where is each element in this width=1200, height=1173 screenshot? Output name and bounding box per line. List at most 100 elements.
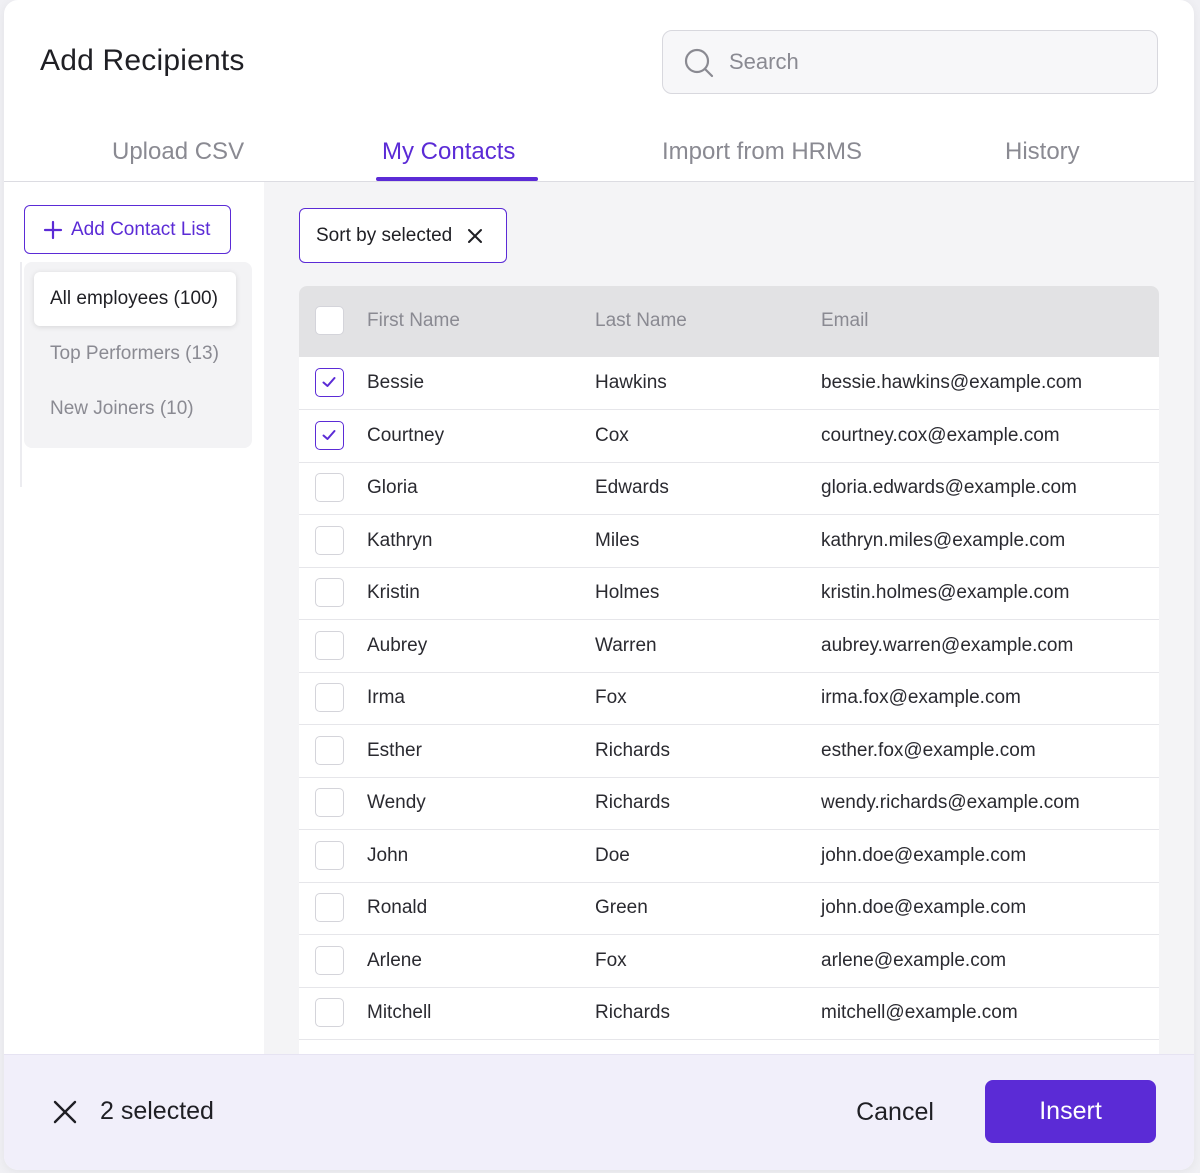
table-row[interactable]: Irma Fox irma.fox@example.com — [299, 672, 1159, 725]
tab-import-from-hrms[interactable]: Import from HRMS — [662, 138, 862, 166]
row-checkbox[interactable] — [315, 998, 344, 1027]
select-all-checkbox[interactable] — [315, 306, 344, 335]
row-checkbox[interactable] — [315, 893, 344, 922]
selected-count: 2 selected — [100, 1097, 214, 1125]
table-row[interactable]: John Doe john.doe@example.com — [299, 830, 1159, 883]
add-contact-list-button[interactable]: Add Contact List — [24, 205, 231, 254]
cell-first-name: Aubrey — [367, 634, 428, 656]
cell-last-name: Hawkins — [595, 372, 667, 393]
cell-email: john.doe@example.com — [821, 844, 1027, 866]
cell-email: esther.fox@example.com — [821, 739, 1036, 761]
cell-last-name: Fox — [595, 949, 627, 971]
table-row[interactable]: Esther Richards esther.fox@example.com — [299, 725, 1159, 778]
search-input[interactable] — [729, 41, 1129, 83]
table-row[interactable]: Bessie Hawkins bessie.hawkins@example.com — [299, 357, 1159, 410]
tab-history[interactable]: History — [1005, 138, 1080, 166]
table-row[interactable]: Courtney Cox courtney.cox@example.com — [299, 410, 1159, 463]
add-recipients-dialog: Add Recipients Upload CSV My Contacts Im… — [4, 0, 1194, 1170]
cell-first-name: Esther — [367, 739, 422, 761]
cell-last-name: Holmes — [595, 582, 660, 603]
cell-first-name: Arlene — [367, 949, 422, 971]
cell-email: bessie.hawkins@example.com — [821, 372, 1083, 393]
contacts-table: First Name Last Name Email Bessie Hawkins… — [299, 286, 1159, 1054]
row-checkbox[interactable] — [315, 683, 344, 712]
cell-last-name: Richards — [595, 1002, 670, 1023]
cell-first-name: Kathryn — [367, 529, 433, 551]
check-icon — [322, 377, 336, 387]
row-checkbox[interactable] — [315, 420, 344, 450]
list-item-new-joiners[interactable]: New Joiners (10) — [34, 382, 236, 436]
close-icon[interactable] — [466, 227, 484, 245]
column-header-email: Email — [821, 310, 869, 331]
row-checkbox[interactable] — [315, 525, 344, 555]
contacts-main: Sort by selected First Name Last Name Em… — [264, 182, 1194, 1054]
cell-first-name: Bessie — [367, 372, 425, 393]
cell-last-name: Cox — [595, 424, 629, 446]
cell-email: john.doe@example.com — [821, 897, 1027, 918]
cell-first-name: Mitchell — [367, 1002, 432, 1023]
cell-email: gloria.edwards@example.com — [821, 477, 1077, 498]
cell-last-name: Edwards — [595, 477, 669, 498]
selection-footer: 2 selected Cancel Insert — [4, 1054, 1194, 1170]
cell-email: courtney.cox@example.com — [821, 424, 1060, 446]
cell-last-name: Miles — [595, 529, 640, 551]
row-checkbox[interactable] — [315, 945, 344, 975]
cell-email: wendy.richards@example.com — [821, 792, 1080, 813]
sidebar-scrollbar-track — [20, 262, 22, 487]
tab-my-contacts[interactable]: My Contacts — [382, 138, 515, 166]
active-tab-indicator — [376, 177, 538, 181]
tab-upload-csv[interactable]: Upload CSV — [112, 138, 244, 166]
row-checkbox[interactable] — [315, 735, 344, 765]
contact-lists-sidebar: Add Contact List All employees (100) Top… — [4, 182, 264, 1054]
cell-first-name: Wendy — [367, 792, 426, 813]
table-row[interactable]: Arlene Fox arlene@example.com — [299, 935, 1159, 988]
cell-last-name: Richards — [595, 739, 670, 761]
row-checkbox[interactable] — [315, 578, 344, 607]
dialog-title: Add Recipients — [40, 44, 245, 77]
cell-last-name: Warren — [595, 634, 657, 656]
table-row[interactable]: Kristin Holmes kristin.holmes@example.com — [299, 567, 1159, 620]
cell-email: kristin.holmes@example.com — [821, 582, 1070, 603]
cell-first-name: Ronald — [367, 897, 428, 918]
cell-first-name: Courtney — [367, 424, 445, 446]
sort-by-selected-chip[interactable]: Sort by selected — [299, 208, 507, 263]
table-row[interactable]: Wendy Richards wendy.richards@example.com — [299, 777, 1159, 830]
row-checkbox[interactable] — [315, 630, 344, 660]
column-header-last-name: Last Name — [595, 310, 687, 331]
cell-last-name: Green — [595, 897, 648, 918]
cell-first-name: Irma — [367, 687, 405, 708]
clear-selection-icon[interactable] — [52, 1099, 78, 1125]
list-item-top-performers[interactable]: Top Performers (13) — [34, 327, 236, 381]
list-item-all-employees[interactable]: All employees (100) — [34, 272, 236, 326]
table-row[interactable]: Kathryn Miles kathryn.miles@example.com — [299, 515, 1159, 568]
table-header: First Name Last Name Email — [299, 286, 1159, 357]
cell-first-name: John — [367, 844, 409, 866]
table-row[interactable]: Aubrey Warren aubrey.warren@example.com — [299, 620, 1159, 673]
sort-chip-label: Sort by selected — [316, 224, 453, 246]
row-checkbox[interactable] — [315, 473, 344, 502]
row-checkbox[interactable] — [315, 788, 344, 817]
cell-first-name: Kristin — [367, 582, 420, 603]
check-icon — [322, 429, 336, 440]
cell-email: arlene@example.com — [821, 949, 1007, 971]
cell-last-name: Richards — [595, 792, 670, 813]
table-row[interactable]: Ronald Green john.doe@example.com — [299, 882, 1159, 935]
cell-last-name: Fox — [595, 687, 627, 708]
table-row[interactable]: Mitchell Richards mitchell@example.com — [299, 987, 1159, 1040]
cell-email: mitchell@example.com — [821, 1002, 1018, 1023]
contact-lists-panel: All employees (100) Top Performers (13) … — [24, 262, 252, 448]
column-header-first-name: First Name — [367, 310, 460, 331]
cancel-button[interactable]: Cancel — [830, 1081, 960, 1143]
cell-first-name: Gloria — [367, 477, 418, 498]
insert-button[interactable]: Insert — [985, 1080, 1156, 1143]
cell-email: kathryn.miles@example.com — [821, 529, 1066, 551]
cell-email: irma.fox@example.com — [821, 687, 1021, 708]
search-icon — [684, 48, 714, 78]
row-checkbox[interactable] — [315, 368, 344, 397]
table-row[interactable]: Gloria Edwards gloria.edwards@example.com — [299, 462, 1159, 515]
cell-last-name: Doe — [595, 844, 630, 866]
tab-bar: Upload CSV My Contacts Import from HRMS … — [4, 126, 1194, 182]
row-checkbox[interactable] — [315, 840, 344, 870]
plus-icon — [43, 220, 63, 239]
search-box[interactable] — [662, 30, 1158, 94]
